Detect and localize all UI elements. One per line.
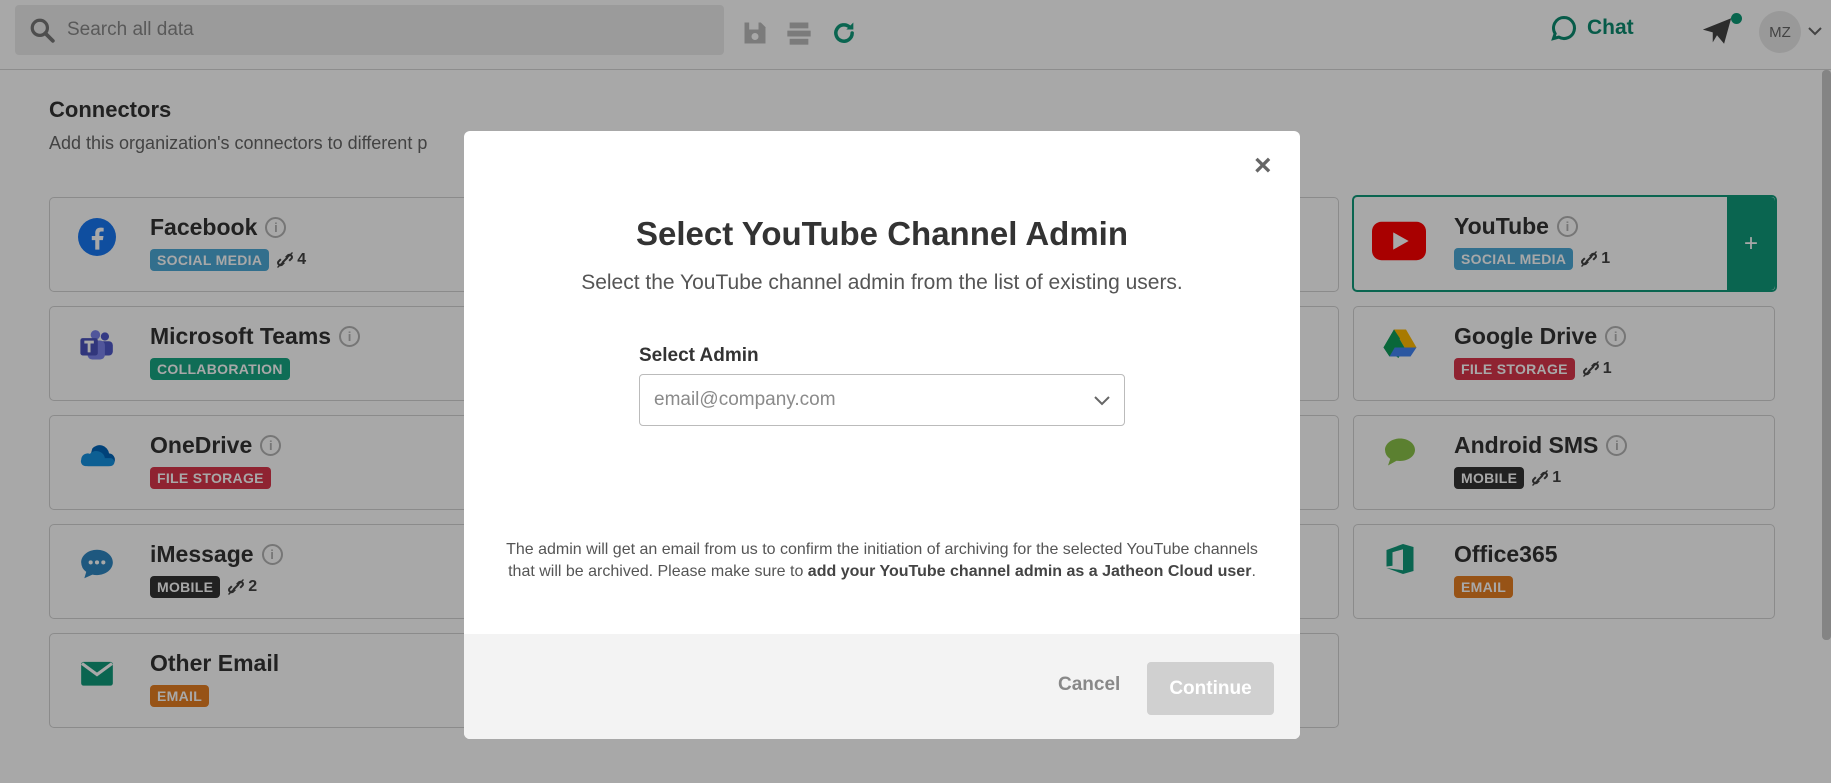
note-end: . <box>1251 563 1256 580</box>
chevron-down-icon <box>1094 396 1110 406</box>
close-icon[interactable]: × <box>1254 151 1272 181</box>
continue-button[interactable]: Continue <box>1147 662 1274 715</box>
cancel-button[interactable]: Cancel <box>1058 674 1120 696</box>
admin-note: The admin will get an email from us to c… <box>504 539 1260 583</box>
select-admin-modal: × Select YouTube Channel Admin Select th… <box>464 131 1300 739</box>
admin-select-placeholder: email@company.com <box>654 389 836 410</box>
modal-title: Select YouTube Channel Admin <box>635 215 1128 252</box>
select-admin-label: Select Admin <box>639 345 759 366</box>
note-emphasis: add your YouTube channel admin as a Jath… <box>807 563 1252 580</box>
modal-footer: Cancel Continue <box>464 634 1300 739</box>
admin-select[interactable]: email@company.com <box>639 374 1125 426</box>
modal-subtitle: Select the YouTube channel admin from th… <box>581 271 1183 294</box>
